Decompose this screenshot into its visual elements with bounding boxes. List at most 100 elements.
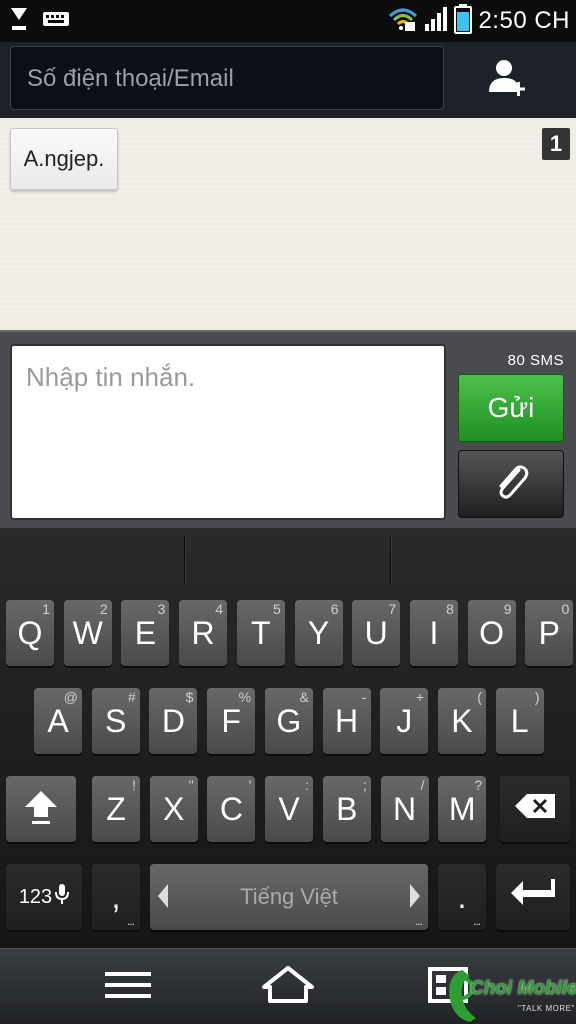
wifi-icon [388,6,418,37]
key-z[interactable]: Z! [92,776,140,842]
key-label: V [278,790,300,827]
signal-icon [424,6,448,37]
symbols-key[interactable]: 123 [6,864,82,930]
attach-button[interactable] [458,450,564,518]
key-a[interactable]: A @ [34,688,82,754]
keyboard-icon [42,9,70,34]
suggestion-divider [184,536,186,584]
key-secondary-label: 1 [42,601,50,617]
key-i[interactable]: I8 [409,600,458,666]
key-g[interactable]: G & [264,688,313,754]
key-label: Y [307,614,330,651]
key-d[interactable]: D $ [149,688,198,754]
enter-key[interactable] [496,864,570,930]
symbols-label: 123 [18,885,53,908]
key-secondary-label: ? [474,777,483,793]
key-o[interactable]: O9 [467,600,516,666]
status-bar: 2:50 CH [0,0,576,42]
key-secondary-label: 4 [215,601,224,617]
paperclip-icon [489,460,533,509]
key-q[interactable]: Q1 [6,600,54,666]
key-label: R [191,614,215,651]
compose-area: Nhập tin nhắn. 80 SMS Gửi [0,330,576,528]
key-v[interactable]: V: [265,776,314,842]
key-secondary-label: - [361,689,367,705]
key-secondary-label: ' [248,777,252,793]
key-label: E [134,614,157,651]
key-secondary-label: ! [132,777,136,793]
key-b[interactable]: B; [322,776,371,842]
key-label: J [396,702,413,739]
key-x[interactable]: X " [149,776,198,842]
enter-icon [509,877,557,917]
suggestion-divider [390,536,392,584]
key-label: X [163,790,185,827]
shift-key[interactable] [6,776,76,842]
backspace-key[interactable] [500,776,570,842]
watermark-brand: Choi Mobile [470,978,576,999]
key-label: S [105,702,127,739]
recipient-chips-area: A.ngjep. 1 [0,118,576,330]
suggestion-bar[interactable] [0,528,576,590]
key-secondary-label: # [127,689,136,705]
keyboard: Q1W2E3R4T5Y6U7I8O9P0 A @ S # D $ F% G & H - J + K(L) … [0,528,576,948]
battery-icon [454,3,473,39]
key-label: F [221,702,241,739]
key-c[interactable]: C ' [207,776,256,842]
key-f[interactable]: F% [207,688,256,754]
key-n[interactable]: N / [380,776,429,842]
key-m[interactable]: M? [438,776,487,842]
watermark-tagline: "TALK MORE" [518,1004,575,1013]
key-s[interactable]: S # [91,688,140,754]
sms-counter: 80 SMS [507,352,564,369]
key-secondary-label: ; [362,777,367,793]
download-icon [8,4,30,39]
key-secondary-label: 6 [330,601,339,617]
key-h[interactable]: H- [322,688,371,754]
home-icon [260,965,316,1010]
key-t[interactable]: T5 [236,600,285,666]
key-l[interactable]: L) [495,688,544,754]
key-y[interactable]: Y6 [294,600,343,666]
period-key[interactable]: . ... [438,864,486,930]
key-secondary-label: 8 [446,601,454,617]
language-label: Tiếng Việt [240,884,338,909]
key-secondary-label: 0 [561,601,570,617]
more-dots: ... [472,914,481,928]
key-secondary-label: 7 [388,601,397,617]
key-p[interactable]: P0 [525,600,574,666]
key-secondary-label: + [416,689,425,705]
chevron-left-icon [156,882,170,916]
menu-button[interactable] [96,963,160,1011]
add-contact-icon [486,56,530,105]
space-key[interactable]: Tiếng Việt ... [150,864,428,930]
send-button[interactable]: Gửi [458,374,564,442]
key-label: A [47,702,69,739]
key-secondary-label: 5 [273,601,281,617]
message-input[interactable]: Nhập tin nhắn. [10,344,446,520]
key-w[interactable]: W2 [63,600,112,666]
shift-icon [21,785,61,833]
key-j[interactable]: J + [380,688,429,754]
microphone-icon [55,883,70,911]
key-label: U [364,614,388,651]
recipient-chip[interactable]: A.ngjep. [10,128,118,190]
key-label: N [392,790,417,827]
recipient-count-badge: 1 [542,128,570,160]
key-label: H [334,702,359,739]
key-e[interactable]: E3 [121,600,170,666]
key-label: O [479,614,505,651]
key-label: W [72,614,103,651]
status-time: 2:50 CH [478,7,570,34]
add-contact-button[interactable] [476,52,540,108]
home-button[interactable] [256,963,320,1011]
key-r[interactable]: R4 [179,600,228,666]
comma-key[interactable]: , ... [92,864,140,930]
recipient-bar: Số điện thoại/Email [0,42,576,118]
key-label: T [251,614,271,651]
key-label: Z [106,790,126,827]
recipient-input[interactable]: Số điện thoại/Email [10,46,444,110]
key-label: P [538,614,560,651]
key-k[interactable]: K( [437,688,486,754]
key-u[interactable]: U7 [352,600,401,666]
